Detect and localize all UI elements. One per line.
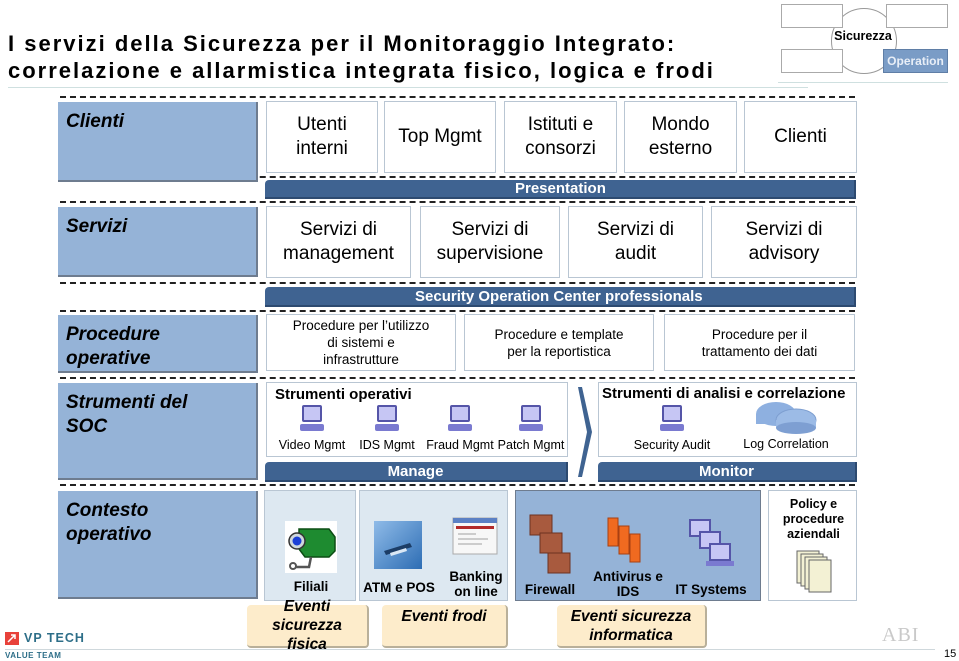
row-separator <box>60 282 855 284</box>
web-page-icon <box>452 517 498 555</box>
context-group-filiali: Filiali <box>264 490 356 601</box>
section-nav-diagram: Operation Sicurezza <box>778 2 958 83</box>
monitor-icon <box>659 405 685 433</box>
monitor-icon <box>374 405 400 433</box>
nav-center-label: Sicurezza <box>834 29 892 43</box>
client-mondo-esterno: Mondo esterno <box>624 101 737 173</box>
chevron-right-icon <box>578 387 592 477</box>
client-utenti-interni: Utenti interni <box>266 101 378 173</box>
database-icon <box>756 402 817 434</box>
client-clienti: Clienti <box>744 101 857 173</box>
footer-divider <box>5 649 935 650</box>
procedure-template-reportistica: Procedure e template per la reportistica <box>464 314 654 371</box>
soc-professionals-bar: Security Operation Center professionals <box>265 287 856 307</box>
tool-patch-mgmt: Patch Mgmt <box>495 405 567 452</box>
context-group-it: Firewall Antivirus e IDS IT Systems <box>515 490 761 601</box>
context-group-atm-banking: ATM e POS Banking on line <box>359 490 508 601</box>
context-label-firewall: Firewall <box>524 582 576 597</box>
strumenti-operativi-panel: Strumenti operativi Video Mgmt IDS Mgmt … <box>266 382 568 457</box>
nav-box-top-left[interactable] <box>781 4 843 28</box>
monitor-icon <box>447 405 473 433</box>
event-sicurezza-fisica: Eventi sicurezza fisica <box>247 598 369 653</box>
procedure-trattamento-dati: Procedure per il trattamento dei dati <box>664 314 855 371</box>
tool-ids-mgmt: IDS Mgmt <box>351 405 423 452</box>
event-sicurezza-informatica: Eventi sicurezza informatica <box>557 605 707 648</box>
nav-box-top-right[interactable] <box>886 4 948 28</box>
monitor-icon <box>518 405 544 433</box>
server-icon <box>607 517 641 563</box>
computers-icon <box>689 519 734 566</box>
procedure-utilizzo-sistemi: Procedure per l’utilizzo di sistemi e infr… <box>266 314 456 371</box>
row-label-contesto: Contesto operativo <box>58 491 258 599</box>
partner-logo: ABI <box>882 624 920 646</box>
servizi-audit: Servizi di audit <box>568 206 703 278</box>
documents-icon <box>796 550 832 593</box>
row-label-servizi: Servizi <box>58 207 258 277</box>
client-top-mgmt: Top Mgmt <box>384 101 496 173</box>
monitor-bar: Monitor <box>598 462 857 482</box>
context-label-it-systems: IT Systems <box>675 582 747 597</box>
firewall-icon <box>529 514 571 574</box>
row-separator <box>60 484 855 486</box>
event-frodi: Eventi frodi <box>382 605 508 648</box>
page-title: I servizi della Sicurezza per il Monitor… <box>8 30 715 84</box>
servizi-advisory: Servizi di advisory <box>711 206 857 278</box>
servizi-supervisione: Servizi di supervisione <box>420 206 560 278</box>
atm-icon <box>374 521 422 569</box>
title-divider <box>8 87 808 88</box>
nav-divider <box>778 82 948 83</box>
servizi-management: Servizi di management <box>266 206 411 278</box>
row-separator <box>60 310 855 312</box>
row-label-text: Clienti <box>66 111 125 132</box>
security-camera-icon <box>285 521 337 573</box>
monitor-icon <box>299 405 325 433</box>
title-line-2: correlazione e allarmistica integrata fi… <box>8 58 715 83</box>
context-label-atm-pos: ATM e POS <box>363 580 435 595</box>
context-label-filiali: Filiali <box>293 579 329 594</box>
tool-security-audit: Security Audit <box>627 405 717 452</box>
strumenti-operativi-title: Strumenti operativi <box>275 386 412 403</box>
nav-box-operation[interactable]: Operation <box>883 49 948 73</box>
policy-procedure-box: Policy e procedure aziendali <box>768 490 857 601</box>
row-separator <box>60 377 855 379</box>
brand-name: VP TECH <box>24 631 85 645</box>
brand-subtitle: VALUE TEAM <box>5 651 62 660</box>
strumenti-analisi-panel: Strumenti di analisi e correlazione Secu… <box>598 382 857 457</box>
tool-video-mgmt: Video Mgmt <box>273 405 351 452</box>
manage-bar: Manage <box>265 462 568 482</box>
tool-log-correlation: Log Correlation <box>731 401 841 451</box>
row-separator <box>60 96 855 98</box>
title-line-1: I servizi della Sicurezza per il Monitor… <box>8 31 677 56</box>
strumenti-analisi-title: Strumenti di analisi e correlazione <box>602 385 846 402</box>
nav-box-bottom-left[interactable] <box>781 49 843 73</box>
tool-fraud-mgmt: Fraud Mgmt <box>423 405 497 452</box>
page-number: 15 <box>944 648 957 660</box>
client-istituti-consorzi: Istituti e consorzi <box>504 101 617 173</box>
row-label-clienti: Clienti <box>58 102 258 182</box>
presentation-bar: Presentation <box>265 180 856 199</box>
row-label-strumenti: Strumenti del SOC <box>58 383 258 480</box>
brand-logo-icon <box>5 632 19 645</box>
row-label-procedure: Procedure operative <box>58 315 258 373</box>
row-separator <box>60 201 855 203</box>
